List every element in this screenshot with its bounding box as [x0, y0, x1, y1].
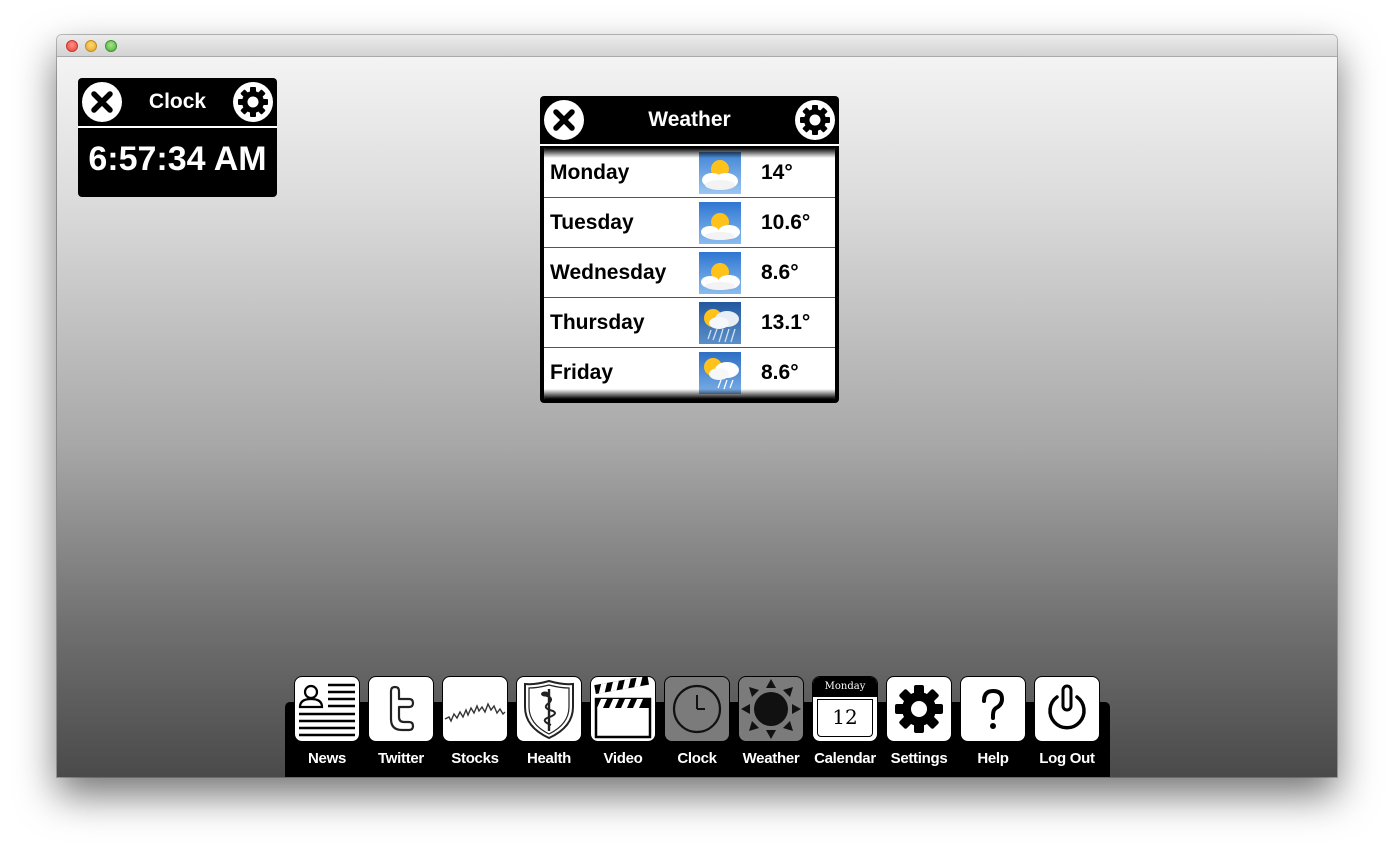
question-icon — [982, 688, 1005, 729]
window-close-button[interactable] — [66, 40, 78, 52]
dock-tile[interactable] — [294, 676, 360, 742]
calendar-weekday: Monday — [813, 677, 877, 697]
dock-label: Weather — [742, 750, 800, 767]
newspaper-icon — [298, 683, 355, 737]
dock-item-health[interactable]: Health — [516, 676, 582, 767]
forecast-row: Thursday 13.1° — [544, 298, 835, 348]
window-minimize-button[interactable] — [85, 40, 97, 52]
dock-tile[interactable]: Monday 12 — [812, 676, 878, 742]
forecast-temp: 8.6° — [761, 261, 799, 284]
stock-chart-icon — [444, 702, 506, 723]
dock-item-settings[interactable]: Settings — [886, 676, 952, 767]
forecast-row: Monday 14° — [544, 148, 835, 198]
forecast-temp: 14° — [761, 161, 793, 184]
clapperboard-icon — [594, 677, 652, 739]
clock-widget[interactable]: Clock 6:57:34 AM — [78, 78, 277, 197]
calendar-date: 12 — [817, 699, 873, 737]
dock-tile-active[interactable] — [664, 676, 730, 742]
forecast-day: Monday — [550, 161, 630, 184]
weather-widget[interactable]: Weather Monday 14° Tuesday 10.6° Wednesd… — [540, 96, 839, 403]
forecast-row: Friday 8.6° — [544, 348, 835, 398]
clock-time-display: 6:57:34 AM — [88, 140, 267, 178]
dock-tile[interactable] — [590, 676, 656, 742]
partly-cloudy-icon — [699, 252, 741, 294]
dock-label: Calendar — [814, 750, 876, 767]
gear-icon — [800, 105, 830, 135]
dock-label: Settings — [890, 750, 948, 767]
rain-icon — [699, 302, 741, 344]
twitter-icon — [389, 685, 415, 732]
forecast-row: Wednesday 8.6° — [544, 248, 835, 298]
rain-icon — [699, 352, 741, 394]
power-icon — [1048, 684, 1086, 730]
dock-label: Video — [603, 750, 643, 767]
window-titlebar — [57, 35, 1337, 57]
forecast-temp: 8.6° — [761, 361, 799, 384]
dock-label: Clock — [677, 750, 717, 767]
dock-tile[interactable] — [886, 676, 952, 742]
dock-tile[interactable] — [1034, 676, 1100, 742]
dock-tile-active[interactable] — [738, 676, 804, 742]
dock-item-twitter[interactable]: Twitter — [368, 676, 434, 767]
dock-tile[interactable] — [442, 676, 508, 742]
clock-settings-button[interactable] — [233, 82, 273, 122]
weather-widget-header[interactable]: Weather — [540, 96, 839, 146]
dock-label: Log Out — [1039, 750, 1095, 767]
dock-item-video[interactable]: Video — [590, 676, 656, 767]
gear-icon — [895, 685, 943, 733]
clock-widget-header[interactable]: Clock — [78, 78, 277, 128]
clock-icon — [672, 684, 722, 734]
caduceus-icon — [524, 679, 574, 740]
sun-icon — [741, 679, 801, 739]
forecast-day: Thursday — [550, 311, 645, 334]
dock-label: Help — [977, 750, 1009, 767]
dock-label: Stocks — [451, 750, 499, 767]
dock-item-news[interactable]: News — [294, 676, 360, 767]
dock-label: Twitter — [378, 750, 424, 767]
dock-item-help[interactable]: Help — [960, 676, 1026, 767]
dock-tile[interactable] — [516, 676, 582, 742]
forecast-row: Tuesday 10.6° — [544, 198, 835, 248]
dock-item-stocks[interactable]: Stocks — [442, 676, 508, 767]
dock-item-clock[interactable]: Clock — [664, 676, 730, 767]
dock-tile[interactable] — [368, 676, 434, 742]
partly-cloudy-icon — [699, 152, 741, 194]
partly-cloudy-icon — [699, 202, 741, 244]
dock-item-log-out[interactable]: Log Out — [1034, 676, 1100, 767]
dock-item-weather[interactable]: Weather — [738, 676, 804, 767]
forecast-temp: 10.6° — [761, 211, 811, 234]
forecast-day: Friday — [550, 361, 614, 384]
weather-settings-button[interactable] — [795, 100, 835, 140]
forecast-day: Tuesday — [550, 211, 634, 234]
forecast-day: Wednesday — [550, 261, 667, 284]
dock-label: News — [308, 750, 346, 767]
gear-icon — [238, 87, 268, 117]
dock-tile[interactable] — [960, 676, 1026, 742]
window-zoom-button[interactable] — [105, 40, 117, 52]
dock-item-calendar[interactable]: Monday 12 Calendar — [812, 676, 878, 767]
forecast-temp: 13.1° — [761, 311, 811, 334]
forecast-list: Monday 14° Tuesday 10.6° Wednesday 8.6° … — [544, 148, 835, 399]
dock-label: Health — [526, 750, 572, 767]
